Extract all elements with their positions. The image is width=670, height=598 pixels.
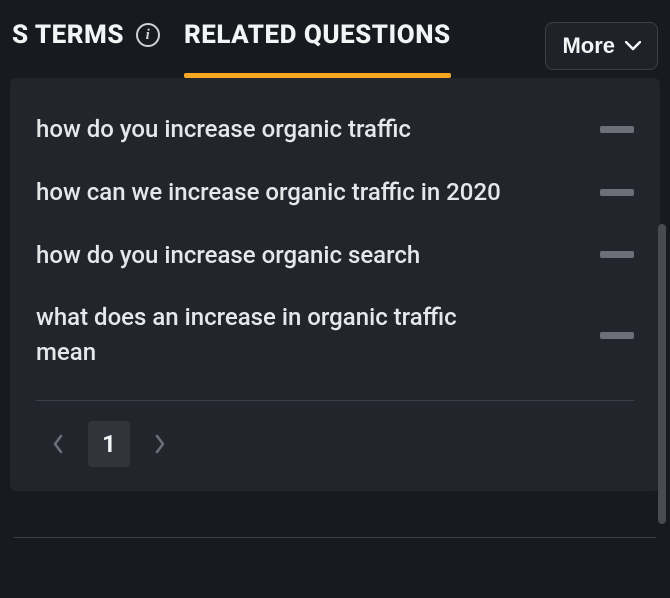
page-number-current[interactable]: 1 [88, 421, 130, 467]
questions-panel: how do you increase organic traffic how … [10, 78, 660, 491]
tabs-row: S TERMS i RELATED QUESTIONS More [0, 0, 670, 78]
next-page-button[interactable] [148, 432, 172, 456]
difficulty-bar-icon [600, 126, 634, 133]
question-row[interactable]: what does an increase in organic traffic… [36, 286, 634, 384]
question-text: what does an increase in organic traffic… [36, 300, 506, 370]
chevron-right-icon [154, 434, 166, 454]
chevron-left-icon [52, 434, 64, 454]
tab-terms-label: S TERMS [12, 20, 124, 50]
question-row[interactable]: how do you increase organic search [36, 224, 634, 287]
difficulty-bar-icon [600, 251, 634, 258]
difficulty-bar-icon [600, 189, 634, 196]
more-button[interactable]: More [545, 22, 658, 70]
tab-terms[interactable]: S TERMS i [12, 14, 160, 78]
section-divider [14, 537, 656, 538]
more-button-label: More [562, 33, 615, 59]
question-text: how do you increase organic traffic [36, 112, 411, 147]
prev-page-button[interactable] [46, 432, 70, 456]
chevron-down-icon [625, 41, 641, 51]
tab-related-questions[interactable]: RELATED QUESTIONS [184, 14, 451, 78]
divider [36, 400, 634, 401]
question-row[interactable]: how do you increase organic traffic [36, 98, 634, 161]
pagination: 1 [36, 421, 634, 467]
tab-related-label: RELATED QUESTIONS [184, 20, 451, 50]
info-icon[interactable]: i [136, 23, 160, 47]
difficulty-bar-icon [600, 332, 634, 339]
question-text: how do you increase organic search [36, 238, 420, 273]
question-row[interactable]: how can we increase organic traffic in 2… [36, 161, 634, 224]
scrollbar-thumb[interactable] [658, 224, 666, 524]
question-text: how can we increase organic traffic in 2… [36, 175, 501, 210]
